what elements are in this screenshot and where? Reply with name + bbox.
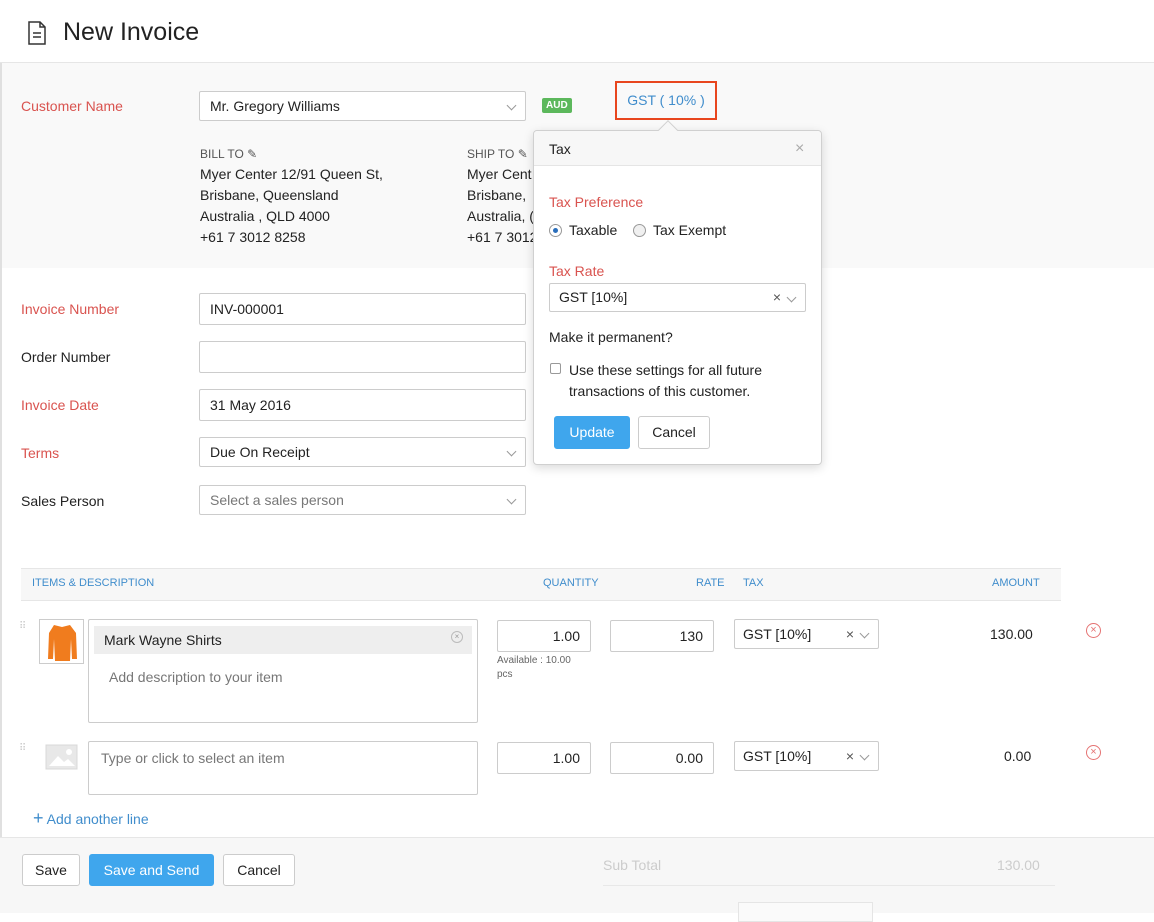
tax-preference-label: Tax Preference bbox=[549, 194, 643, 210]
save-button[interactable]: Save bbox=[22, 854, 80, 886]
invoice-number-input[interactable]: INV-000001 bbox=[199, 293, 526, 325]
quantity-input[interactable]: 1.00 bbox=[497, 620, 591, 652]
invoice-date-label: Invoice Date bbox=[21, 397, 99, 413]
tax-link[interactable]: GST ( 10% ) bbox=[615, 81, 717, 120]
quantity-input[interactable]: 1.00 bbox=[497, 742, 591, 774]
sales-person-select[interactable]: Select a sales person bbox=[199, 485, 526, 515]
customer-select[interactable]: Mr. Gregory Williams bbox=[199, 91, 526, 121]
tax-rate-label: Tax Rate bbox=[549, 263, 604, 279]
tax-select[interactable]: GST [10%]× bbox=[734, 619, 879, 649]
tax-exempt-radio[interactable]: Tax Exempt bbox=[633, 222, 726, 238]
currency-badge: AUD bbox=[542, 98, 572, 113]
terms-select[interactable]: Due On Receipt bbox=[199, 437, 526, 467]
col-amount: AMOUNT bbox=[992, 577, 1040, 589]
tax-rate-select[interactable]: GST [10%]× bbox=[549, 283, 806, 312]
stock-available: Available : 10.00pcs bbox=[497, 654, 571, 682]
ship-to-label: SHIP TO ✎ bbox=[467, 147, 528, 161]
clear-tax-icon[interactable]: × bbox=[846, 742, 854, 770]
col-rate: RATE bbox=[696, 577, 725, 589]
remove-row-icon[interactable]: × bbox=[1086, 623, 1101, 638]
item-details: Mark Wayne Shirts × Add description to y… bbox=[88, 619, 478, 723]
permanent-checkbox[interactable] bbox=[550, 363, 561, 374]
items-table-header bbox=[21, 568, 1061, 601]
make-permanent-label: Make it permanent? bbox=[549, 329, 673, 345]
clear-tax-icon[interactable]: × bbox=[846, 620, 854, 648]
shirt-icon bbox=[40, 620, 83, 663]
popover-title: Tax bbox=[549, 141, 571, 157]
rate-input[interactable]: 130 bbox=[610, 620, 714, 652]
drag-handle-icon[interactable]: ⠿ bbox=[19, 746, 26, 751]
sub-total-value: 130.00 bbox=[997, 857, 1040, 873]
taxable-radio[interactable]: Taxable bbox=[549, 222, 617, 238]
invoice-date-input[interactable]: 31 May 2016 bbox=[199, 389, 526, 421]
clear-tax-rate-icon[interactable]: × bbox=[773, 284, 781, 311]
amount: 0.00 bbox=[1004, 748, 1031, 764]
clear-item-icon[interactable]: × bbox=[451, 631, 463, 643]
page-header: New Invoice bbox=[0, 0, 1154, 63]
page-title: New Invoice bbox=[63, 18, 199, 47]
save-and-send-button[interactable]: Save and Send bbox=[89, 854, 214, 886]
popover-cancel-button[interactable]: Cancel bbox=[638, 416, 710, 449]
rate-input[interactable]: 0.00 bbox=[610, 742, 714, 774]
tax-select[interactable]: GST [10%]× bbox=[734, 741, 879, 771]
edit-icon[interactable]: ✎ bbox=[518, 147, 528, 161]
order-number-label: Order Number bbox=[21, 349, 110, 365]
plus-icon: + bbox=[33, 808, 44, 828]
bill-to-address: Myer Center 12/91 Queen St,Brisbane, Que… bbox=[200, 164, 383, 248]
close-icon[interactable]: × bbox=[795, 140, 804, 158]
customer-name-label: Customer Name bbox=[21, 98, 123, 114]
permanent-checkbox-label[interactable]: Use these settings for all futuretransac… bbox=[569, 360, 762, 402]
col-quantity: QUANTITY bbox=[543, 577, 599, 589]
item-select-input[interactable]: Type or click to select an item bbox=[88, 741, 478, 795]
popover-header: Tax × bbox=[534, 131, 821, 166]
invoice-number-label: Invoice Number bbox=[21, 301, 119, 317]
edit-icon[interactable]: ✎ bbox=[247, 147, 257, 161]
image-placeholder-icon[interactable] bbox=[45, 744, 78, 770]
terms-label: Terms bbox=[21, 445, 59, 461]
drag-handle-icon[interactable]: ⠿ bbox=[19, 624, 26, 629]
order-number-input[interactable] bbox=[199, 341, 526, 373]
update-button[interactable]: Update bbox=[554, 416, 630, 449]
sub-total-label: Sub Total bbox=[603, 857, 661, 873]
remove-row-icon[interactable]: × bbox=[1086, 745, 1101, 760]
item-name[interactable]: Mark Wayne Shirts bbox=[94, 626, 472, 654]
amount: 130.00 bbox=[990, 626, 1033, 642]
col-tax: TAX bbox=[743, 577, 764, 589]
tax-popover: Tax × Tax Preference Taxable Tax Exempt … bbox=[533, 130, 822, 465]
sales-person-label: Sales Person bbox=[21, 493, 104, 509]
item-description-input[interactable]: Add description to your item bbox=[109, 669, 283, 685]
col-items: ITEMS & DESCRIPTION bbox=[32, 577, 154, 589]
cancel-button[interactable]: Cancel bbox=[223, 854, 295, 886]
ship-to-address: Myer CentBrisbane,Australia, (+61 7 3012 bbox=[467, 164, 533, 248]
add-line-button[interactable]: + Add another line bbox=[33, 808, 149, 829]
bill-to-label: BILL TO ✎ bbox=[200, 147, 257, 161]
document-icon bbox=[27, 21, 47, 45]
item-image[interactable] bbox=[39, 619, 84, 664]
